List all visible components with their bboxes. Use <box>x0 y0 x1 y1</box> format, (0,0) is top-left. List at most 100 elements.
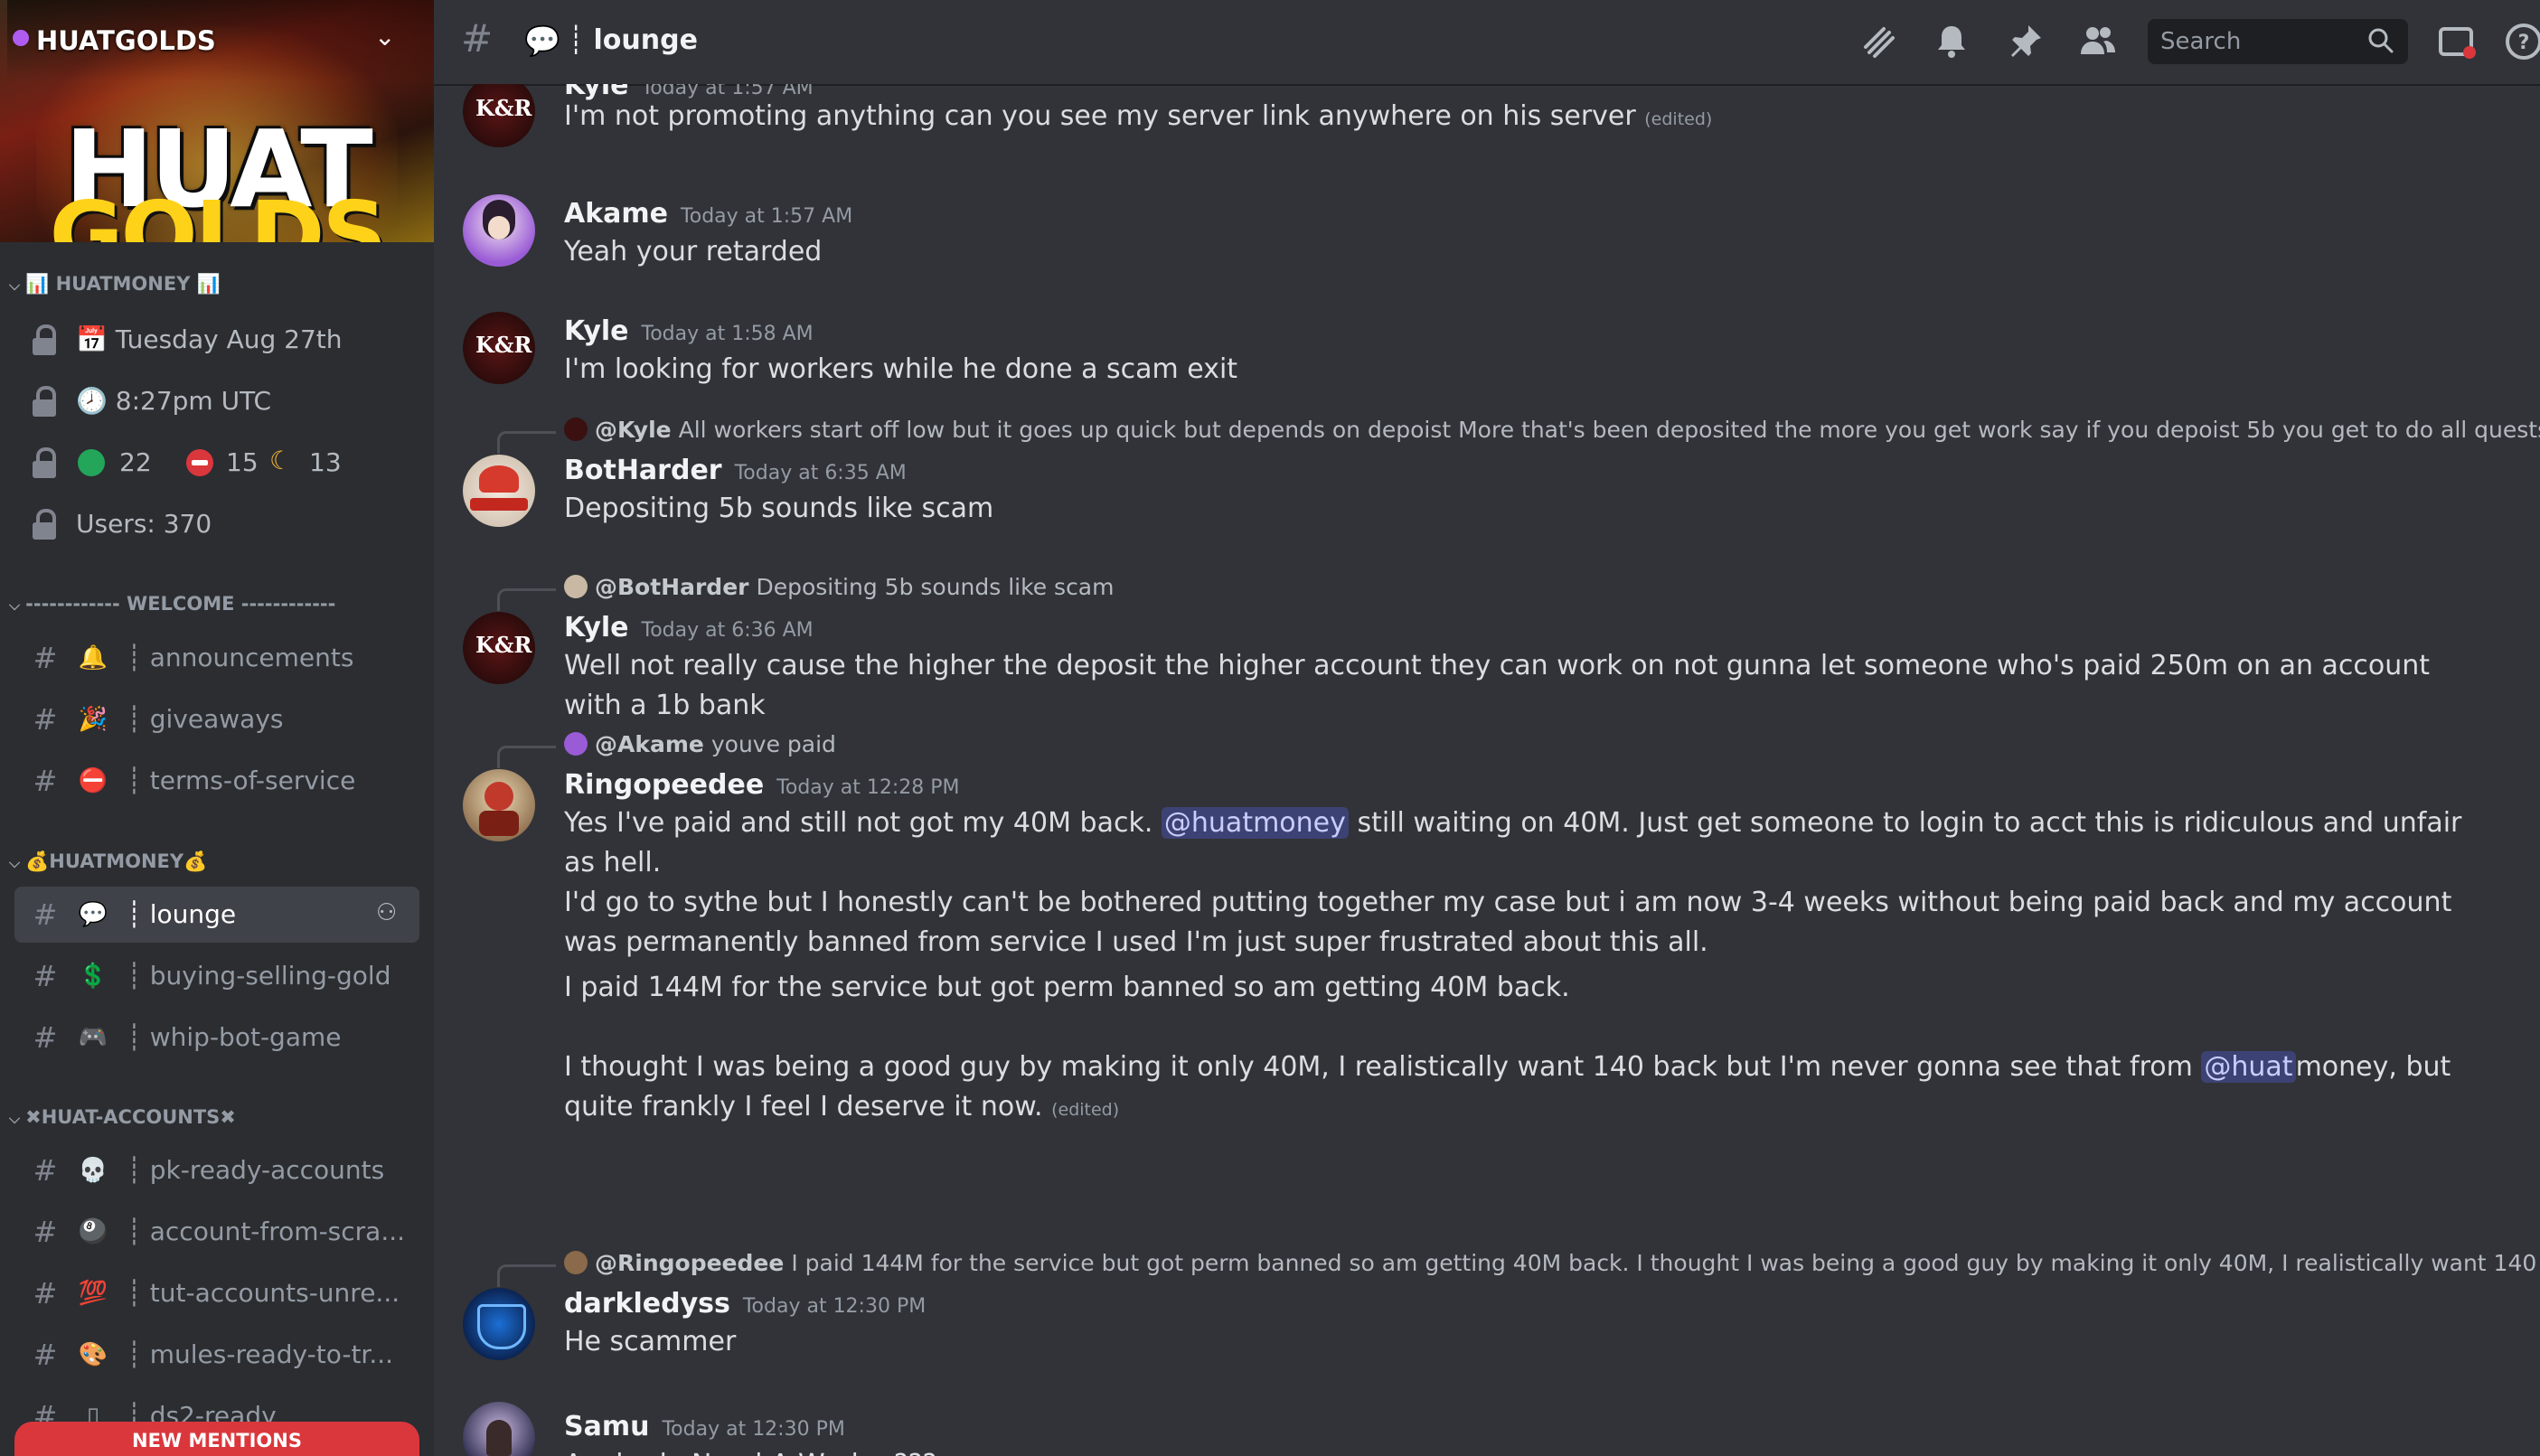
channel-account-from-scratch[interactable]: # 🎱 ┊ account-from-scra... <box>14 1204 419 1260</box>
hash-icon: # <box>33 702 58 737</box>
channel-label: ┊ announcements <box>127 643 354 672</box>
speech-bubble-icon: 💬 <box>78 901 108 928</box>
channel-whip-bot-game[interactable]: # 🎮 ┊ whip-bot-game <box>14 1010 419 1066</box>
message-content: Yeah your retarded <box>564 236 823 268</box>
hash-icon: # <box>461 16 494 61</box>
message-author[interactable]: Akame Today at 1:57 AM <box>564 198 852 230</box>
message: @Akame youve paid Ringopeedee Today at 12:… <box>434 731 2540 1237</box>
category-label: 💰HUATMONEY💰 <box>25 850 208 872</box>
user-mention[interactable]: @huat <box>2201 1051 2296 1083</box>
message-author[interactable]: BotHarder Today at 6:35 AM <box>564 455 907 486</box>
reply-preview[interactable]: @Akame youve paid <box>564 731 836 757</box>
message-timestamp: Today at 12:30 PM <box>662 1418 845 1441</box>
reply-connector <box>497 588 556 611</box>
message-content: Yes I've paid and still not got my 40M b… <box>564 807 2462 878</box>
channel-mules-ready[interactable]: # 🎨 ┊ mules-ready-to-tr... <box>14 1327 419 1383</box>
stat-label: Users: 370 <box>76 509 212 539</box>
user-mention[interactable]: @huatmoney <box>1161 807 1349 839</box>
avatar[interactable]: K&R <box>463 312 535 384</box>
category-huatmoney[interactable]: ⌵ 💰HUATMONEY💰 <box>9 850 207 873</box>
message-list[interactable]: K&R Kyle Today at 1:57 AM I'm not promoti… <box>434 84 2540 1456</box>
lock-icon <box>31 509 58 540</box>
message-author[interactable]: Samu Today at 12:30 PM <box>564 1411 845 1442</box>
message: K&R Kyle Today at 1:57 AM I'm not promoti… <box>434 84 2540 165</box>
category-label: ✖HUAT-ACCOUNTS✖ <box>25 1106 236 1128</box>
members-icon[interactable] <box>2078 22 2118 61</box>
stat-label: 🕗 8:27pm UTC <box>76 386 272 416</box>
reply-connector <box>497 431 556 454</box>
stat-channel-users[interactable]: Users: 370 <box>14 496 419 552</box>
channel-label: ┊ pk-ready-accounts <box>127 1155 385 1185</box>
message-author[interactable]: Kyle Today at 6:36 AM <box>564 612 814 643</box>
avatar[interactable]: K&R <box>463 612 535 684</box>
channel-header: # 💬 ┊ lounge Search ? <box>434 0 2540 86</box>
message-content: I paid 144M for the service but got perm… <box>564 972 1570 1003</box>
avatar[interactable] <box>463 194 535 267</box>
message-timestamp: Today at 6:35 AM <box>734 462 907 484</box>
idle-count: 13 <box>309 447 342 477</box>
message-content: I'd go to sythe but I honestly can't be … <box>564 887 2452 958</box>
category-welcome[interactable]: ⌵ ------------ WELCOME ------------ <box>9 593 335 615</box>
message: SamuToday at 12:30 PM Anybody Need A Wor… <box>434 1328 2540 1456</box>
message-author[interactable]: Ringopeedee Today at 12:28 PM <box>564 769 960 801</box>
online-icon <box>78 449 105 476</box>
moon-icon: ☾ <box>269 446 293 475</box>
hash-icon: # <box>33 1215 58 1249</box>
message-content: Anybody Need A Worker??? <box>564 1445 2489 1456</box>
reply-preview[interactable]: @Kyle All workers start off low but it go… <box>564 417 2540 443</box>
inbox-icon[interactable] <box>2437 22 2477 61</box>
channel-pk-ready-accounts[interactable]: # 💀 ┊ pk-ready-accounts <box>14 1142 419 1198</box>
reply-preview[interactable]: @BotHarder Depositing 5b sounds like scam <box>564 574 1114 600</box>
stat-channel-date[interactable]: 📅 Tuesday Aug 27th <box>14 312 419 368</box>
hash-icon: # <box>33 641 58 675</box>
channel-giveaways[interactable]: # 🎉 ┊ giveaways <box>14 691 419 747</box>
avatar <box>564 418 588 441</box>
search-input[interactable]: Search <box>2148 19 2408 64</box>
avatar <box>564 1251 588 1274</box>
message-author[interactable]: Kyle Today at 1:58 AM <box>564 315 814 347</box>
chevron-down-icon[interactable]: ⌄ <box>374 22 395 52</box>
help-icon[interactable]: ? <box>2504 22 2540 61</box>
message-author[interactable]: darkledyss Today at 12:30 PM <box>564 1288 926 1320</box>
chevron-down-icon: ⌵ <box>9 854 21 871</box>
hash-icon: # <box>33 959 58 993</box>
message-timestamp: Today at 12:30 PM <box>742 1295 927 1318</box>
edited-tag: (edited) <box>1051 1100 1120 1120</box>
lock-icon <box>31 386 58 417</box>
speech-bubble-icon: 💬 <box>524 23 560 58</box>
channel-lounge[interactable]: # 💬 ┊ lounge ⚇ <box>14 887 419 943</box>
server-boost-icon <box>13 30 29 46</box>
reply-preview[interactable]: @Ringopeedee I paid 144M for the service … <box>564 1250 2540 1276</box>
message-content: I'm not promoting anything can you see m… <box>564 100 1713 132</box>
hundred-icon: 💯 <box>78 1280 108 1307</box>
new-mentions-button[interactable]: NEW MENTIONS <box>14 1422 419 1456</box>
server-name[interactable]: HUATGOLDS <box>36 25 216 56</box>
category-huat-accounts[interactable]: ⌵ ✖HUAT-ACCOUNTS✖ <box>9 1106 236 1128</box>
channel-buying-selling-gold[interactable]: # 💲 ┊ buying-selling-gold <box>14 948 419 1004</box>
eight-ball-icon: 🎱 <box>78 1218 108 1245</box>
server-banner[interactable]: HUAT GOLDS HUATGOLDS ⌄ <box>0 0 434 242</box>
add-member-icon[interactable]: ⚇ <box>376 899 397 926</box>
reply-connector <box>497 1264 556 1287</box>
channel-terms-of-service[interactable]: # ⛔ ┊ terms-of-service <box>14 753 419 809</box>
avatar[interactable] <box>463 1402 535 1456</box>
threads-icon[interactable] <box>1858 22 1898 61</box>
pin-icon[interactable] <box>2005 22 2045 61</box>
avatar[interactable]: K&R <box>463 84 535 147</box>
stat-channel-status[interactable]: 22 15 ☾ 13 <box>14 435 419 491</box>
chevron-down-icon: ⌵ <box>9 1110 21 1127</box>
chevron-down-icon: ⌵ <box>9 596 21 614</box>
category-huatmoney-stats[interactable]: ⌵ 📊 HUATMONEY 📊 <box>9 273 221 296</box>
message-content: I thought I was being a good guy by maki… <box>564 1051 2451 1123</box>
channel-announcements[interactable]: # 🔔 ┊ announcements <box>14 630 419 686</box>
bell-icon[interactable] <box>1932 22 1971 61</box>
channel-tut-accounts[interactable]: # 💯 ┊ tut-accounts-unre... <box>14 1265 419 1321</box>
message: Akame Today at 1:57 AM Yeah your retarded <box>434 183 2540 274</box>
channel-label: ┊ mules-ready-to-tr... <box>127 1339 394 1369</box>
message-content: Well not really cause the higher the dep… <box>564 650 2431 721</box>
avatar[interactable] <box>463 455 535 527</box>
avatar[interactable] <box>463 769 535 841</box>
party-icon: 🎉 <box>78 706 108 733</box>
edited-tag: (edited) <box>1644 109 1713 129</box>
stat-channel-time[interactable]: 🕗 8:27pm UTC <box>14 373 419 429</box>
